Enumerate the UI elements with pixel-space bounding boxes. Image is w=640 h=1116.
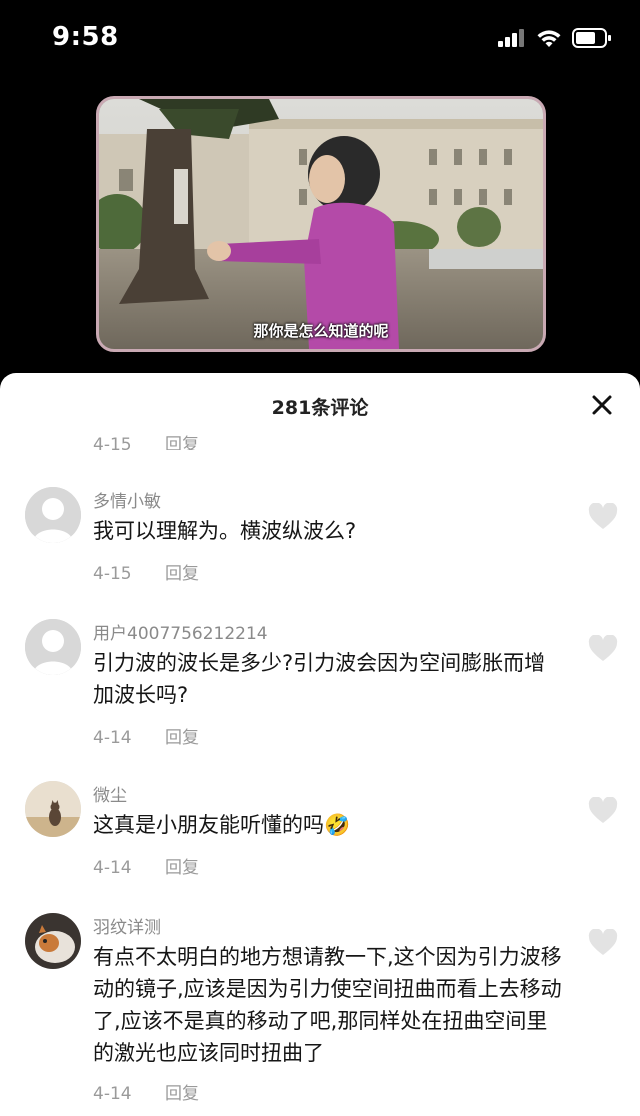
comment-text: 我可以理解为。横波纵波么?	[93, 519, 357, 543]
comment-text: 有点不太明白的地方想请教一下,这个因为引力波移动的镜子,应该是因为引力使空间扭曲…	[93, 945, 562, 1065]
reply-button[interactable]: 回复	[165, 564, 199, 584]
cat-photo-avatar	[25, 781, 81, 837]
status-bar: 9:58	[0, 0, 640, 80]
comment-text: 这真是小朋友能听懂的吗🤣	[93, 809, 563, 841]
status-icons	[498, 28, 612, 48]
default-avatar-icon	[25, 487, 81, 543]
avatar[interactable]	[25, 619, 81, 675]
comment-meta: 4-14 回复	[93, 1079, 199, 1104]
heart-icon[interactable]	[588, 797, 618, 825]
close-icon[interactable]	[588, 391, 616, 419]
video-subtitle: 那你是怎么知道的呢	[253, 322, 389, 340]
reply-button[interactable]: 回复	[165, 858, 199, 878]
comments-sheet: 281条评论 4-15 回复 多情小敏 我可以理解为。横波纵波么? 4-15 回…	[0, 373, 640, 1116]
avatar[interactable]	[25, 913, 81, 969]
comment-date: 4-15	[93, 435, 132, 450]
wifi-icon	[537, 29, 561, 47]
heart-icon[interactable]	[588, 635, 618, 663]
comments-count-title: 281条评论	[271, 397, 369, 419]
reply-button[interactable]: 回复	[165, 728, 199, 748]
comment-text: 引力波的波长是多少?引力波会因为空间膨胀而增加波长吗?	[93, 651, 546, 707]
reply-button[interactable]: 回复	[165, 1084, 199, 1104]
video-frame-image	[99, 99, 543, 349]
video-player[interactable]: 那你是怎么知道的呢	[96, 96, 546, 352]
laughing-emoji-icon: 🤣	[324, 813, 351, 837]
comment-meta: 4-15 回复	[93, 559, 199, 584]
comment-meta: 4-14 回复	[93, 723, 199, 748]
comment-meta: 4-14 回复	[93, 853, 199, 878]
comment-date: 4-14	[93, 858, 132, 878]
avatar[interactable]	[25, 487, 81, 543]
status-time: 9:58	[52, 22, 119, 52]
comment-text-body: 这真是小朋友能听懂的吗	[93, 813, 324, 837]
cat-photo-avatar	[25, 913, 81, 969]
default-avatar-icon	[25, 619, 81, 675]
avatar[interactable]	[25, 781, 81, 837]
heart-icon[interactable]	[588, 503, 618, 531]
comment-username[interactable]: 多情小敏	[93, 487, 161, 512]
comment-date: 4-15	[93, 564, 132, 584]
previous-comment-meta: 4-15 回复	[93, 430, 227, 450]
comment-username[interactable]: 微尘	[93, 781, 127, 806]
comment-username[interactable]: 用户4007756212214	[93, 619, 268, 644]
comment-date: 4-14	[93, 1084, 132, 1104]
comment-date: 4-14	[93, 728, 132, 748]
battery-icon	[572, 28, 611, 48]
heart-icon[interactable]	[588, 929, 618, 957]
signal-icon	[498, 29, 524, 47]
comment-username[interactable]: 羽纹详测	[93, 913, 161, 938]
reply-button[interactable]: 回复	[165, 435, 199, 450]
